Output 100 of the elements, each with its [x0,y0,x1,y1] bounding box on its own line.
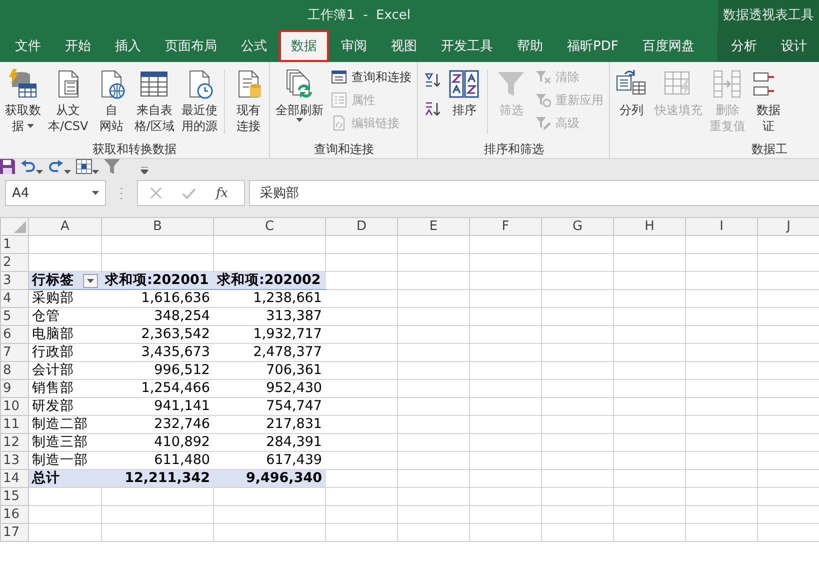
ribbon-button[interactable]: 全部刷新 [272,66,326,124]
name-box[interactable]: A4 [5,180,106,206]
table-cell: 研发部 [28,398,102,416]
ribbon-tab[interactable]: 数据 [279,30,329,62]
redo-icon[interactable] [48,160,64,174]
table-cell: 754,747 [214,398,326,416]
row-number[interactable]: 14 [0,470,28,488]
table-cell: 1,254,466 [102,380,214,398]
row-number[interactable]: 2 [0,254,28,272]
column-header[interactable]: G [542,218,614,236]
table-cell: 制造三部 [28,434,102,452]
column-header[interactable]: A [28,218,102,236]
customize-menu-icon[interactable] [141,167,148,174]
table-cell: 706,361 [214,362,326,380]
ribbon-tab[interactable]: 视图 [379,30,429,62]
column-header[interactable]: J [758,218,819,236]
row-number[interactable]: 7 [0,344,28,362]
ribbon-button[interactable]: 获取数 据 [2,66,44,136]
table-cell: 求和项:202002 [214,272,326,290]
caret-icon [296,118,303,122]
window-icon [331,69,348,85]
row-number[interactable]: 11 [0,416,28,434]
ribbon-tab[interactable]: 文件 [3,30,53,62]
row-number[interactable]: 17 [0,524,28,542]
ribbon-tab[interactable]: 设计 [769,30,819,62]
ribbon-button[interactable]: 查询和连接 [329,66,414,88]
table-cell: 996,512 [102,362,214,380]
table-cell: 2,478,377 [214,344,326,362]
ribbon-button[interactable]: 最近使 用的源 [178,66,220,136]
row-number[interactable]: 15 [0,488,28,506]
table-grid-icon[interactable] [76,159,92,174]
ribbon-tab[interactable]: 帮助 [505,30,555,62]
row-number[interactable]: 16 [0,506,28,524]
column-header[interactable]: F [470,218,542,236]
table-cell: 1,238,661 [214,290,326,308]
column-header[interactable]: H [614,218,686,236]
ribbon-tab[interactable]: 开发工具 [429,30,505,62]
table-cell: 仓管 [28,308,102,326]
window-title: 工作簿1 - Excel [308,7,410,24]
ribbon-button[interactable]: 自 网站 [92,66,130,136]
table-cell: 销售部 [28,380,102,398]
column-header[interactable]: C [214,218,326,236]
table-cell: 求和项:202001 [102,272,214,290]
sort-descending-icon [424,101,440,117]
ribbon-group-label: 排序和筛选 [484,140,544,158]
columns-arrow-icon [711,68,744,100]
table-cell: 12,211,342 [102,470,214,488]
row-number[interactable]: 5 [0,308,28,326]
row-number[interactable]: 8 [0,362,28,380]
ribbon-tab[interactable]: 插入 [103,30,153,62]
letter-grid-icon [448,68,480,100]
ribbon-tab[interactable]: 页面布局 [153,30,229,62]
column-header[interactable]: D [326,218,398,236]
row-number[interactable]: 12 [0,434,28,452]
ribbon-tab[interactable]: 百度网盘 [630,30,706,62]
ribbon-button[interactable]: 现有 连接 [229,66,268,136]
ribbon-tab[interactable]: 开始 [53,30,103,62]
table-cell: 制造二部 [28,416,102,434]
ribbon-tab[interactable]: 审阅 [329,30,379,62]
save-icon[interactable] [0,159,15,174]
funnel-pencil-icon [535,115,552,131]
ribbon-button[interactable]: 来自表 格/区域 [131,66,178,136]
ribbon-button[interactable]: 排序 [445,66,484,120]
column-header[interactable]: E [398,218,470,236]
ribbon-button[interactable]: 数据 证 [749,66,788,136]
table-cell: 284,391 [214,434,326,452]
context-tools-label: 数据透视表工具 [723,7,814,24]
ribbon-tab[interactable]: 分析 [719,30,769,62]
sort-ascending-icon [424,72,440,88]
row-number[interactable]: 10 [0,398,28,416]
insert-function-button[interactable]: fx [216,186,228,200]
table-cell: 2,363,542 [102,326,214,344]
ribbon-tab[interactable]: 福昕PDF [555,30,630,62]
funnel-arrows-icon [535,92,552,108]
column-header[interactable]: I [686,218,758,236]
ribbon-group-label: 数据工 [751,140,788,158]
funnel-cross-icon [535,69,552,85]
ribbon-group-label: 查询和连接 [314,140,374,158]
checkmark-icon[interactable] [182,188,196,198]
table-cell: 会计部 [28,362,102,380]
row-number[interactable]: 4 [0,290,28,308]
row-number[interactable]: 13 [0,452,28,470]
row-number[interactable]: 9 [0,380,28,398]
table-cell: 行政部 [28,344,102,362]
ribbon-tab[interactable]: 公式 [229,30,279,62]
undo-icon[interactable] [20,160,36,174]
formula-field[interactable]: 采购部 [249,180,819,206]
row-number[interactable]: 1 [0,236,28,254]
corner-triangle-icon [14,220,26,232]
undo-caret-icon [36,170,44,174]
row-number[interactable]: 6 [0,326,28,344]
filter-dropdown-button[interactable] [83,274,98,288]
caret-icon [27,124,34,128]
column-header[interactable]: B [102,218,214,236]
ribbon-button[interactable]: 分列 [612,66,650,120]
table-cell: 410,892 [102,434,214,452]
row-number[interactable]: 3 [0,272,28,290]
table-caret-icon [92,170,100,174]
table-cell: 电脑部 [28,326,102,344]
ribbon-button[interactable]: 从文 本/CSV [45,66,92,136]
